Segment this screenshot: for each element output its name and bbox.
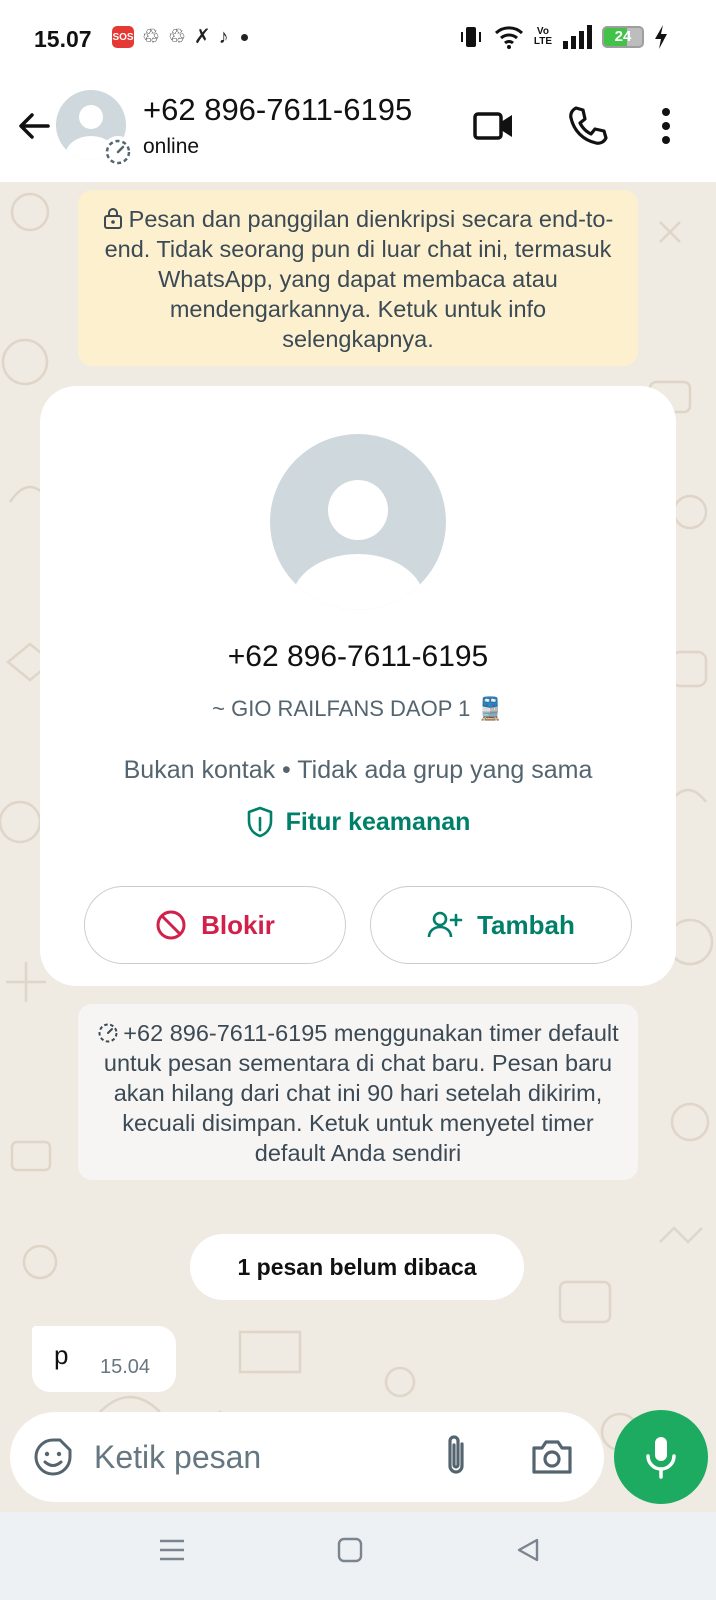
status-time: 15.07: [34, 26, 92, 52]
system-nav-bar: [0, 1512, 716, 1600]
back-nav-icon[interactable]: [514, 1536, 542, 1564]
wifi-icon: [494, 26, 523, 49]
shield-icon: [247, 806, 272, 838]
security-features-label: Fitur keamanan: [285, 807, 471, 836]
sos-icon: SOS: [112, 26, 134, 48]
incoming-message-bubble[interactable]: p 15.04: [32, 1326, 176, 1392]
chat-area[interactable]: Pesan dan panggilan dienkripsi secara en…: [0, 182, 716, 1512]
video-call-icon[interactable]: [472, 104, 516, 148]
more-notifications-dot: [240, 33, 248, 41]
missed-call-icon: ✗: [193, 26, 211, 48]
encryption-notice[interactable]: Pesan dan panggilan dienkripsi secara en…: [78, 190, 638, 366]
encryption-notice-text: Pesan dan panggilan dienkripsi secara en…: [104, 206, 614, 352]
lock-icon: [103, 208, 122, 229]
camera-icon[interactable]: [530, 1436, 574, 1476]
default-avatar-icon: [292, 480, 424, 610]
notification-icons: SOS ♲ ♲ ✗ ♪: [112, 26, 248, 48]
more-options-icon[interactable]: [656, 104, 676, 148]
tiktok-icon: ♪: [218, 26, 229, 48]
contact-profile-photo[interactable]: [270, 434, 446, 610]
chat-header: +62 896-7611-6195 online: [0, 80, 716, 182]
signal-icon: [563, 25, 592, 49]
card-relationship-info: Bukan kontak • Tidak ada grup yang sama: [123, 756, 593, 784]
recent-apps-icon[interactable]: [158, 1536, 186, 1564]
contact-name[interactable]: +62 896-7611-6195: [143, 92, 412, 128]
disappearing-notice-text: +62 896-7611-6195 menggunakan timer defa…: [103, 1020, 619, 1166]
timer-icon: [105, 139, 131, 165]
charging-icon: [655, 25, 667, 49]
block-button-label: Blokir: [201, 909, 275, 940]
attach-icon[interactable]: [442, 1432, 470, 1480]
voice-call-icon[interactable]: [566, 104, 610, 148]
volte-icon: Vo LTE: [533, 26, 552, 47]
voice-message-button[interactable]: [614, 1410, 708, 1504]
recycle-icon: ♲: [167, 26, 186, 48]
battery-level: 24: [614, 28, 632, 45]
disappearing-messages-notice[interactable]: +62 896-7611-6195 menggunakan timer defa…: [78, 1004, 638, 1180]
recycle-icon: ♲: [142, 26, 160, 48]
add-contact-label: Tambah: [477, 909, 575, 940]
vibrate-icon: [460, 27, 481, 47]
block-button[interactable]: Blokir: [84, 886, 346, 964]
block-icon: [156, 910, 186, 940]
disappearing-timer-badge: [102, 136, 134, 168]
card-phone-number: +62 896-7611-6195: [227, 640, 489, 673]
message-timestamp: 15.04: [100, 1356, 151, 1378]
microphone-icon: [646, 1437, 676, 1479]
timer-icon: [98, 1023, 118, 1043]
message-composer: [10, 1412, 604, 1502]
unread-divider: 1 pesan belum dibaca: [190, 1234, 524, 1300]
security-features-link[interactable]: Fitur keamanan: [40, 806, 676, 838]
add-contact-button[interactable]: Tambah: [370, 886, 632, 964]
back-arrow-icon[interactable]: [14, 106, 54, 146]
home-icon[interactable]: [336, 1536, 364, 1564]
status-bar: 15.07 SOS ♲ ♲ ✗ ♪ Vo LTE 24: [0, 0, 716, 80]
message-text: p: [54, 1340, 69, 1370]
system-icons: Vo LTE 24: [458, 24, 668, 50]
add-person-icon: [427, 911, 463, 938]
message-input[interactable]: [94, 1430, 414, 1484]
card-profile-alias: ~ GIO RAILFANS DAOP 1 🚆: [212, 696, 504, 721]
sticker-emoji-icon[interactable]: [32, 1436, 74, 1478]
presence-status: online: [143, 135, 200, 158]
contact-info-card: +62 896-7611-6195 ~ GIO RAILFANS DAOP 1 …: [40, 386, 676, 986]
battery-icon: 24: [602, 26, 644, 48]
